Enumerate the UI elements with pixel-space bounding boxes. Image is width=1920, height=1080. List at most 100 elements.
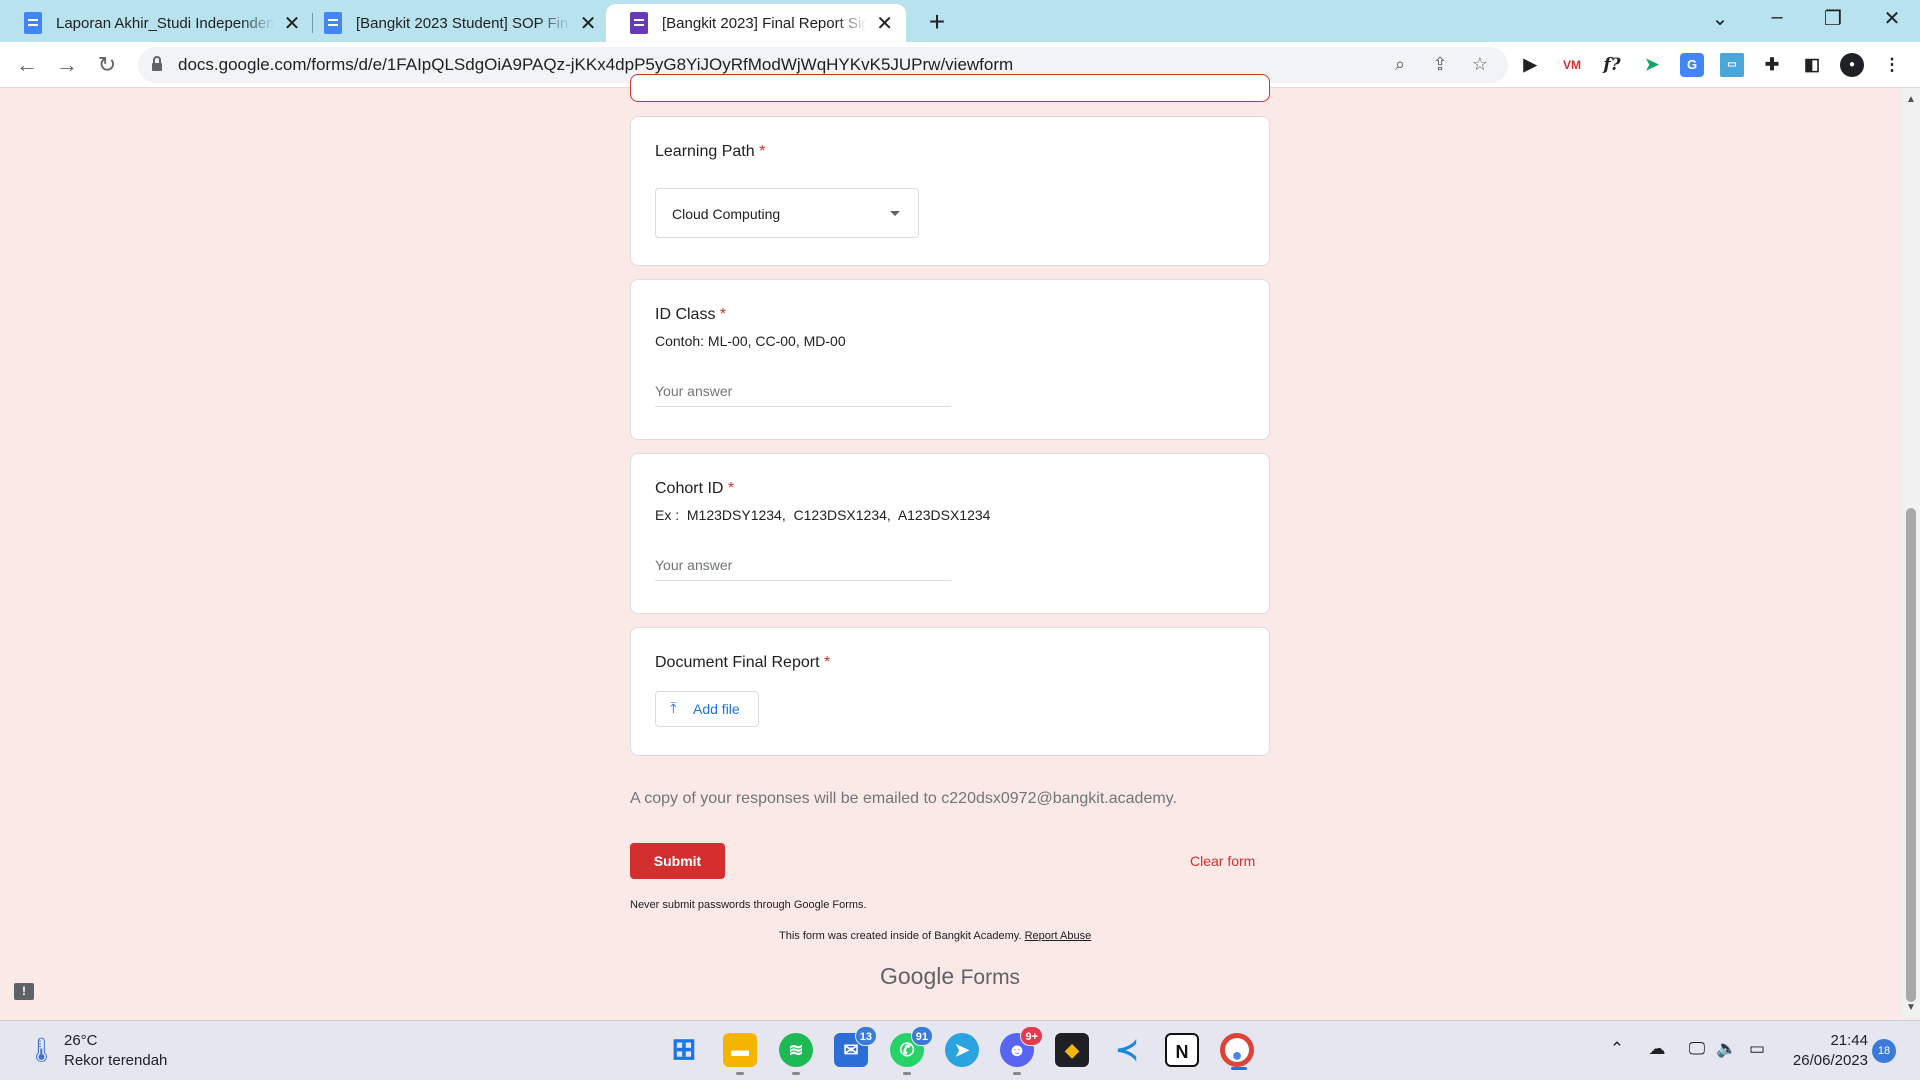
id-class-input[interactable]: Your answer [655, 383, 951, 407]
new-tab-button[interactable]: + [922, 6, 952, 38]
question-label: Document Final Report [655, 654, 820, 671]
close-icon[interactable]: ✕ [875, 11, 894, 36]
onedrive-icon[interactable]: ☁ [1644, 1039, 1670, 1059]
close-icon[interactable]: ✕ [282, 11, 302, 36]
file-explorer-icon[interactable]: ▬ [723, 1033, 757, 1075]
weather-description[interactable]: Rekor terendah [64, 1052, 167, 1069]
minimize-icon[interactable]: – [1757, 6, 1797, 29]
scroll-up-icon[interactable]: ▲ [1906, 94, 1916, 105]
submit-button[interactable]: Submit [630, 843, 725, 879]
forward-icon[interactable]: → [52, 50, 82, 80]
zoom-icon[interactable]: ⌕ [1388, 54, 1412, 75]
running-indicator [1013, 1072, 1021, 1075]
taskbar: 🌡 26°C Rekor terendah ⊞ ▬ ≋ ✉ 13 ✆ 91 ➤ ☻ 9… [0, 1020, 1920, 1080]
question-title: Cohort ID * [655, 480, 734, 498]
windows-start-icon[interactable]: ⊞ [667, 1033, 701, 1067]
vscode-icon[interactable]: ≺ [1110, 1033, 1144, 1067]
side-panel-icon[interactable]: ◧ [1800, 53, 1824, 77]
required-mark: * [759, 143, 766, 160]
whatsapp-badge: 91 [910, 1026, 933, 1046]
google-docs-icon [24, 12, 42, 34]
screen-extension-icon[interactable]: ▭ [1720, 53, 1744, 77]
running-indicator [736, 1072, 744, 1075]
dropdown-selected-value: Cloud Computing [672, 206, 781, 222]
google-forms-logo[interactable]: Google Forms [880, 963, 1020, 990]
tab-search-icon[interactable]: ⌄ [1700, 6, 1740, 31]
feedback-icon[interactable]: ! [14, 983, 34, 1000]
close-icon[interactable]: ✕ [578, 11, 598, 36]
question-label: ID Class [655, 306, 716, 323]
notification-badge[interactable]: 18 [1872, 1039, 1896, 1063]
document-final-report-card: Document Final Report * ⤒ Add file [630, 627, 1270, 756]
tab-title: [Bangkit 2023] Final Report Signa [662, 14, 868, 32]
email-copy-note: A copy of your responses will be emailed… [630, 790, 1177, 807]
page-scrollbar[interactable]: ▲ ▼ [1902, 88, 1920, 1018]
scroll-down-icon[interactable]: ▼ [1906, 1002, 1916, 1013]
window-close-icon[interactable]: ✕ [1872, 6, 1912, 31]
running-indicator [903, 1072, 911, 1075]
puzzle-extensions-icon[interactable]: ✚ [1760, 53, 1784, 77]
required-mark: * [727, 480, 735, 497]
clock-date: 26/06/2023 [1792, 1052, 1868, 1069]
tab-final-report-form[interactable]: [Bangkit 2023] Final Report Signa ✕ [606, 4, 906, 42]
lock-icon [152, 56, 162, 71]
previous-question-card [630, 74, 1270, 102]
learning-path-dropdown[interactable]: Cloud Computing [655, 188, 919, 238]
tab-title: Laporan Akhir_Studi Independen [56, 14, 274, 32]
chrome-icon[interactable]: ● [1220, 1033, 1254, 1070]
profile-avatar[interactable]: ● [1840, 53, 1864, 77]
question-description: Ex : M123DSY1234, C123DSX1234, A123DSX12… [655, 507, 991, 523]
cohort-id-input[interactable]: Your answer [655, 557, 951, 581]
weather-temperature[interactable]: 26°C [64, 1032, 98, 1049]
share-icon[interactable]: ⇪ [1428, 54, 1452, 75]
vm-extension-icon[interactable]: VM [1560, 53, 1584, 77]
discord-badge: 9+ [1020, 1026, 1043, 1046]
add-file-button[interactable]: ⤒ Add file [655, 691, 759, 727]
required-mark: * [823, 654, 831, 671]
question-title: Document Final Report * [655, 654, 830, 672]
reload-icon[interactable]: ↻ [92, 50, 122, 80]
question-description: Contoh: ML-00, CC-00, MD-00 [655, 333, 846, 349]
clock[interactable]: 21:44 26/06/2023 [1780, 1031, 1868, 1071]
question-title: Learning Path * [655, 143, 765, 161]
chevron-up-icon[interactable]: ⌃ [1604, 1039, 1630, 1059]
discord-icon[interactable]: ☻ 9+ [1000, 1026, 1043, 1075]
password-warning: Never submit passwords through Google Fo… [630, 899, 867, 911]
translate-extension-icon[interactable]: G [1680, 53, 1704, 77]
clear-form-button[interactable]: Clear form [1190, 853, 1255, 869]
cohort-id-card: Cohort ID * Ex : M123DSY1234, C123DSX123… [630, 453, 1270, 614]
scrollbar-thumb[interactable] [1906, 508, 1916, 1002]
restore-icon[interactable]: ❐ [1813, 6, 1853, 31]
telegram-icon[interactable]: ➤ [945, 1033, 979, 1067]
question-label: Cohort ID [655, 480, 724, 497]
bookmark-star-icon[interactable]: ☆ [1468, 54, 1492, 75]
mail-icon[interactable]: ✉ 13 [834, 1026, 877, 1067]
tab-sop-final[interactable]: [Bangkit 2023 Student] SOP Final ✕ [300, 4, 610, 42]
google-forms-icon [630, 12, 648, 34]
spotify-icon[interactable]: ≋ [779, 1033, 813, 1075]
menu-kebab-icon[interactable]: ⋮ [1880, 53, 1904, 77]
learning-path-card: Learning Path * Cloud Computing [630, 116, 1270, 266]
whatsapp-icon[interactable]: ✆ 91 [890, 1026, 933, 1075]
back-icon[interactable]: ← [12, 50, 42, 80]
notion-icon[interactable]: N [1165, 1033, 1199, 1067]
tab-title: [Bangkit 2023 Student] SOP Final [356, 14, 571, 32]
network-icon[interactable]: 🖵 [1684, 1039, 1710, 1059]
binance-icon[interactable]: ◆ [1055, 1033, 1089, 1067]
report-abuse-link[interactable]: Report Abuse [1025, 930, 1092, 942]
form-created-note: This form was created inside of Bangkit … [779, 930, 1091, 942]
running-indicator [792, 1072, 800, 1075]
url-text: docs.google.com/forms/d/e/1FAIpQLSdgOiA9… [178, 55, 1014, 74]
volume-icon[interactable]: 🔈 [1714, 1039, 1740, 1059]
add-file-label: Add file [693, 701, 740, 717]
formula-extension-icon[interactable]: f? [1600, 53, 1624, 77]
play-extension-icon[interactable]: ▶ [1518, 53, 1542, 77]
created-note-text: This form was created inside of Bangkit … [779, 930, 1022, 942]
thermometer-icon[interactable]: 🌡 [26, 1036, 56, 1065]
send-extension-icon[interactable]: ➤ [1640, 53, 1664, 77]
chevron-down-icon [890, 211, 900, 216]
running-indicator [1231, 1067, 1247, 1070]
battery-icon[interactable]: ▭ [1744, 1039, 1770, 1059]
clock-time: 21:44 [1830, 1032, 1868, 1049]
tab-laporan-akhir[interactable]: Laporan Akhir_Studi Independen ✕ [0, 4, 318, 42]
